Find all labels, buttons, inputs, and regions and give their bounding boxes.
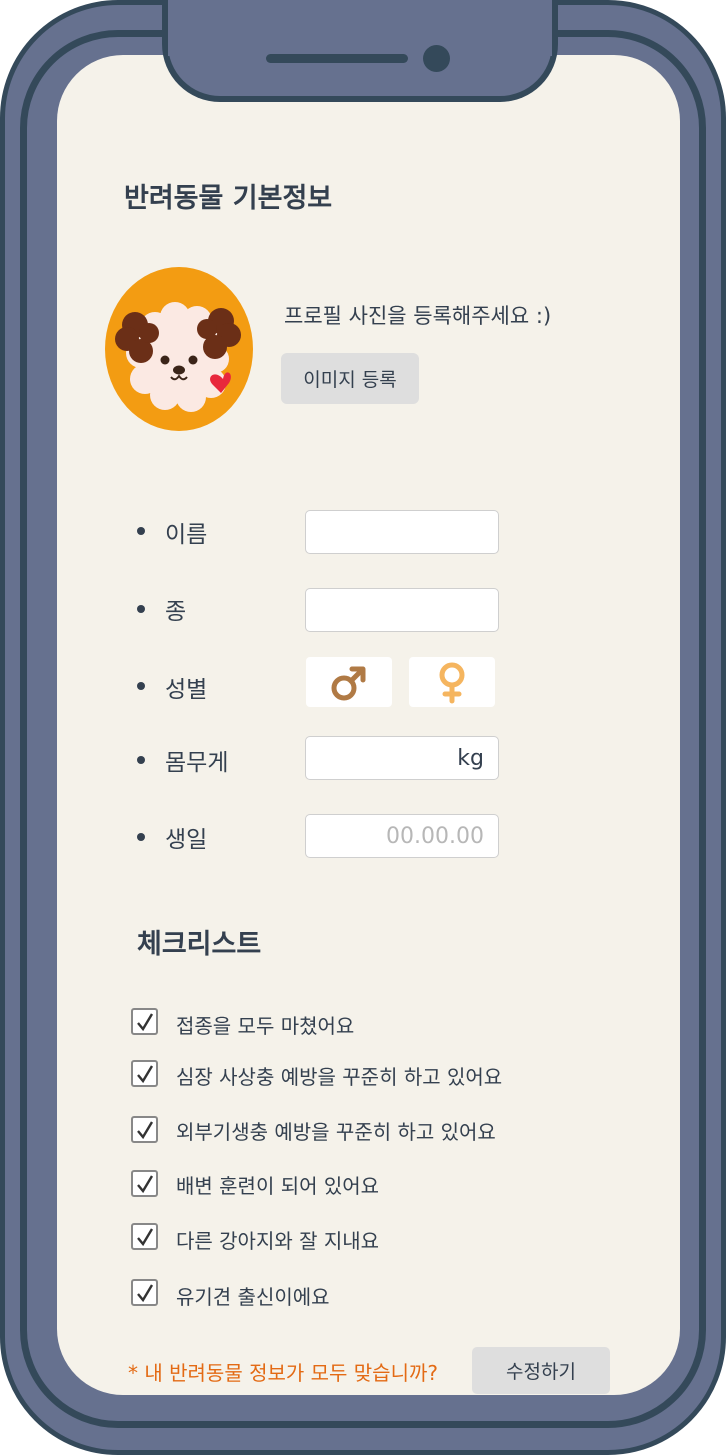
weight-input[interactable] bbox=[305, 736, 499, 780]
checkmark-icon bbox=[137, 1065, 154, 1084]
weight-label: 몸무게 bbox=[165, 750, 229, 776]
gender-label: 성별 bbox=[165, 677, 208, 703]
edit-button[interactable]: 수정하기 bbox=[472, 1347, 610, 1394]
camera-icon bbox=[423, 45, 450, 72]
speaker-icon bbox=[266, 54, 408, 63]
checklist-item-label: 접종을 모두 마쳤어요 bbox=[176, 1014, 355, 1038]
checkmark-icon bbox=[137, 1228, 154, 1247]
birthday-label: 생일 bbox=[165, 827, 208, 853]
checkmark-icon bbox=[137, 1121, 154, 1140]
checklist-item-label: 배변 훈련이 되어 있어요 bbox=[176, 1174, 380, 1198]
register-image-button[interactable]: 이미지 등록 bbox=[281, 353, 419, 404]
checkbox-vaccination[interactable] bbox=[131, 1008, 158, 1035]
male-symbol-icon bbox=[331, 666, 366, 701]
profile-photo-prompt: 프로필 사진을 등록해주세요 :) bbox=[284, 304, 552, 328]
bullet-icon bbox=[137, 527, 145, 535]
checkbox-heartworm[interactable] bbox=[131, 1060, 158, 1087]
checkbox-socialization[interactable] bbox=[131, 1223, 158, 1250]
checklist-item-label: 다른 강아지와 잘 지내요 bbox=[176, 1229, 380, 1253]
checkmark-icon bbox=[137, 1175, 154, 1194]
name-input[interactable] bbox=[305, 510, 499, 554]
confirm-message: * 내 반려동물 정보가 모두 맞습니까? bbox=[128, 1361, 439, 1385]
female-symbol-icon bbox=[439, 662, 465, 704]
checklist-item-label: 유기견 출신이에요 bbox=[176, 1285, 330, 1309]
checkmark-icon bbox=[137, 1013, 154, 1032]
puppy-avatar-icon[interactable] bbox=[105, 267, 253, 431]
bullet-icon bbox=[137, 833, 145, 841]
checkbox-external-parasite[interactable] bbox=[131, 1116, 158, 1143]
gender-male-button[interactable] bbox=[306, 657, 392, 707]
page-title: 반려동물 기본정보 bbox=[124, 183, 333, 214]
species-label: 종 bbox=[165, 599, 187, 625]
birthday-input[interactable] bbox=[305, 814, 499, 858]
checklist-item-label: 심장 사상충 예방을 꾸준히 하고 있어요 bbox=[176, 1065, 503, 1089]
bullet-icon bbox=[137, 605, 145, 613]
species-input[interactable] bbox=[305, 588, 499, 632]
checkbox-rescue[interactable] bbox=[131, 1279, 158, 1306]
checklist-item-label: 외부기생충 예방을 꾸준히 하고 있어요 bbox=[176, 1120, 496, 1144]
name-label: 이름 bbox=[165, 522, 208, 548]
checklist-title: 체크리스트 bbox=[137, 929, 262, 960]
bullet-icon bbox=[137, 756, 145, 764]
gender-female-button[interactable] bbox=[409, 657, 495, 707]
notch-fill bbox=[168, 0, 552, 56]
checkmark-icon bbox=[137, 1284, 154, 1303]
checkbox-potty-training[interactable] bbox=[131, 1170, 158, 1197]
bullet-icon bbox=[137, 682, 145, 690]
